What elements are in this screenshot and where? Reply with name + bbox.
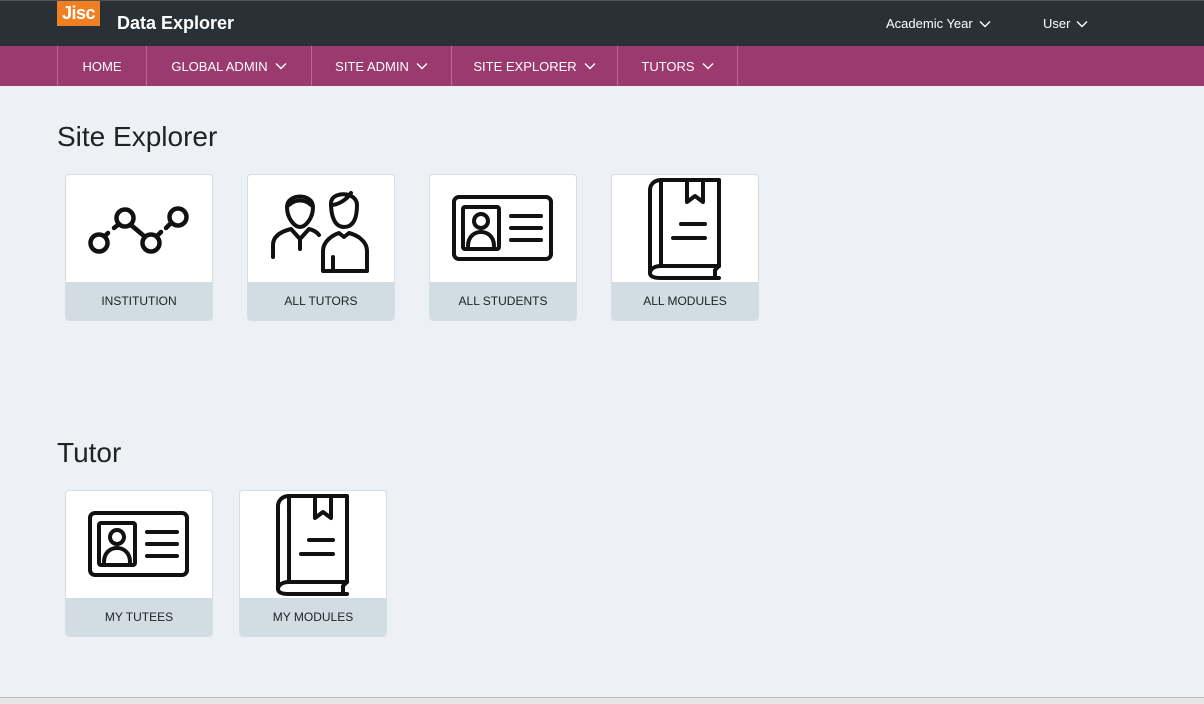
book-icon xyxy=(276,494,349,596)
id-card-icon xyxy=(452,195,553,261)
tutor-heading: Tutor xyxy=(57,437,122,468)
academic-year-menu[interactable]: Academic Year xyxy=(886,16,991,31)
nav-site-explorer-label: SITE EXPLORER xyxy=(473,58,577,74)
tile-all-tutors-label: ALL TUTORS xyxy=(248,282,394,320)
nav-global-admin[interactable]: GLOBAL ADMIN xyxy=(147,46,312,86)
chevron-down-icon xyxy=(1076,20,1088,27)
academic-year-label: Academic Year xyxy=(886,16,973,31)
nav-home[interactable]: HOME xyxy=(58,46,147,86)
tile-my-modules-label: MY MODULES xyxy=(240,598,386,636)
tile-all-modules-label: ALL MODULES xyxy=(612,282,758,320)
chevron-down-icon xyxy=(275,63,287,70)
nav-tutors-label: TUTORS xyxy=(641,58,695,74)
chevron-down-icon xyxy=(979,20,991,27)
chevron-down-icon xyxy=(584,63,596,70)
site-explorer-heading: Site Explorer xyxy=(57,121,218,152)
tile-all-students-label: ALL STUDENTS xyxy=(430,282,576,320)
app-title[interactable]: Data Explorer xyxy=(117,13,234,34)
nav-site-explorer[interactable]: SITE EXPLORER xyxy=(452,46,618,86)
chevron-down-icon xyxy=(702,63,714,70)
chevron-down-icon xyxy=(416,63,428,70)
user-menu[interactable]: User xyxy=(1043,16,1088,31)
top-bar: Jisc Data Explorer Academic Year User xyxy=(0,0,1204,46)
tile-all-tutors[interactable]: ALL TUTORS xyxy=(247,174,395,321)
tile-my-tutees[interactable]: MY TUTEES xyxy=(65,490,213,637)
nav-global-admin-label: GLOBAL ADMIN xyxy=(171,58,268,74)
nav-site-admin-label: SITE ADMIN xyxy=(335,58,409,74)
user-label: User xyxy=(1043,16,1071,31)
id-card-icon xyxy=(88,511,189,577)
line-chart-icon xyxy=(88,206,189,254)
tile-my-modules[interactable]: MY MODULES xyxy=(239,490,387,637)
nav-site-admin[interactable]: SITE ADMIN xyxy=(312,46,452,86)
book-icon xyxy=(648,178,721,280)
jisc-logo[interactable]: Jisc xyxy=(57,1,100,26)
tile-institution-label: INSTITUTION xyxy=(66,282,212,320)
nav-home-label: HOME xyxy=(82,58,122,74)
nav-tutors[interactable]: TUTORS xyxy=(618,46,738,86)
tile-all-students[interactable]: ALL STUDENTS xyxy=(429,174,577,321)
tile-all-modules[interactable]: ALL MODULES xyxy=(611,174,759,321)
people-icon xyxy=(271,191,369,273)
main-nav: HOME GLOBAL ADMIN SITE ADMIN SITE EXPLOR… xyxy=(0,46,1204,86)
tile-institution[interactable]: INSTITUTION xyxy=(65,174,213,321)
tile-my-tutees-label: MY TUTEES xyxy=(66,598,212,636)
